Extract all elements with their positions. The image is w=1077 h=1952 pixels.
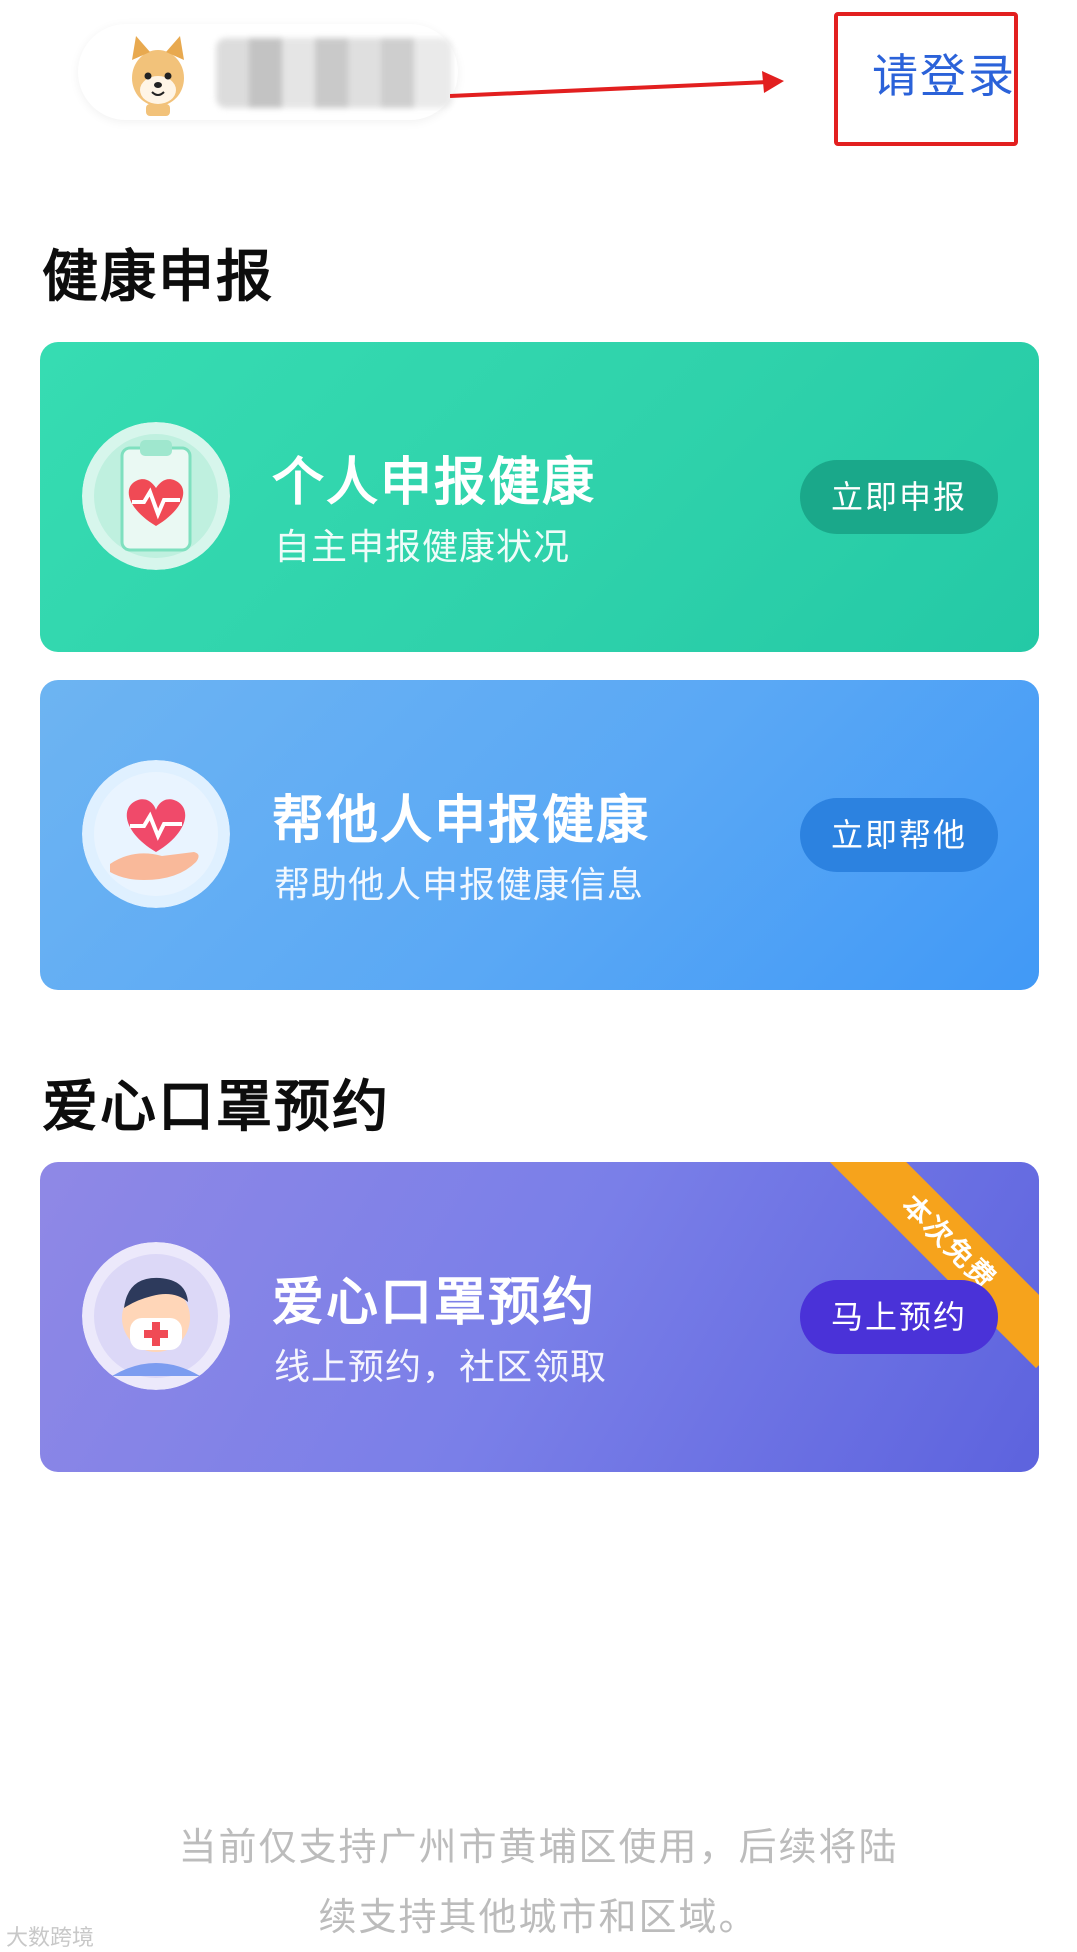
card-subtitle: 帮助他人申报健康信息 — [274, 865, 645, 906]
note-line-1: 当前仅支持广州市黄埔区使用，后续将陆 — [178, 1825, 899, 1869]
username-blurred — [216, 38, 452, 108]
card-mask-reservation[interactable]: 本次免费 爱心口罩预约 线上预约，社区领取 马上预约 — [40, 1162, 1039, 1472]
card-subtitle: 线上预约，社区领取 — [274, 1347, 608, 1388]
annotation-highlight-box — [834, 12, 1018, 146]
card-help-others[interactable]: 帮他人申报健康 帮助他人申报健康信息 立即帮他 — [40, 680, 1039, 990]
help-now-button[interactable]: 立即帮他 — [800, 798, 998, 872]
clipboard-heart-icon — [82, 422, 230, 570]
annotation-arrow-icon — [450, 71, 784, 98]
section-title-health: 健康申报 — [42, 245, 274, 310]
hand-heart-icon — [82, 760, 230, 908]
user-profile[interactable] — [78, 24, 458, 120]
header: 请登录 — [0, 0, 1077, 160]
card-title: 个人申报健康 — [272, 453, 597, 513]
report-now-button[interactable]: 立即申报 — [800, 460, 998, 534]
service-area-note: 当前仅支持广州市黄埔区使用，后续将陆 续支持其他城市和区域。 — [150, 1812, 927, 1952]
shiba-dog-avatar-icon — [132, 36, 184, 116]
card-title: 帮他人申报健康 — [272, 791, 651, 851]
reserve-now-button[interactable]: 马上预约 — [800, 1280, 998, 1354]
card-personal-health[interactable]: 个人申报健康 自主申报健康状况 立即申报 — [40, 342, 1039, 652]
section-title-mask: 爱心口罩预约 — [42, 1075, 390, 1140]
note-line-2: 续支持其他城市和区域。 — [318, 1895, 759, 1939]
card-subtitle: 自主申报健康状况 — [274, 527, 571, 568]
watermark: 大数跨境 — [6, 1926, 95, 1951]
masked-person-icon — [82, 1242, 230, 1390]
card-title: 爱心口罩预约 — [272, 1273, 597, 1333]
